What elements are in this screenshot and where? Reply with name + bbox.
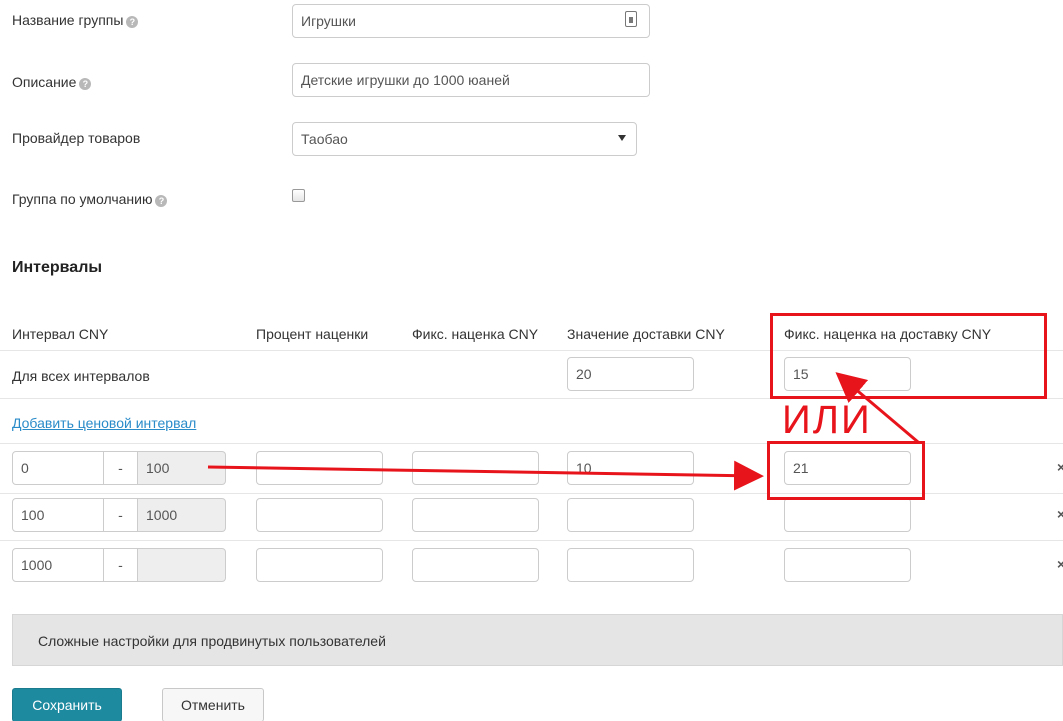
arrow-to-all-fixed-delivery-input	[835, 372, 919, 444]
annotation-arrows	[207, 372, 919, 491]
arrow-to-fixed-delivery-input	[207, 460, 764, 491]
